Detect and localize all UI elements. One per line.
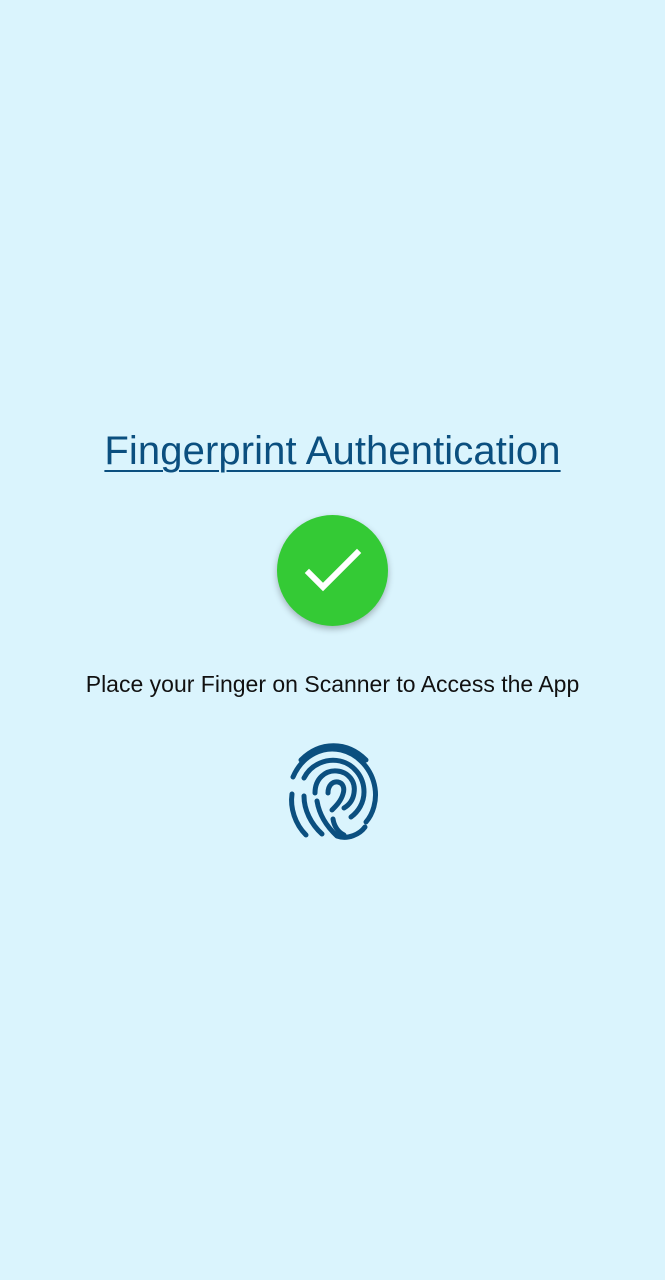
checkmark-icon (304, 548, 362, 592)
scanner-instruction: Place your Finger on Scanner to Access t… (85, 671, 580, 697)
fingerprint-icon[interactable] (284, 740, 382, 846)
success-status-indicator (277, 515, 388, 626)
page-title: Fingerprint Authentication (104, 429, 561, 473)
fingerprint-auth-screen: Fingerprint Authentication Place your Fi… (0, 0, 665, 1280)
